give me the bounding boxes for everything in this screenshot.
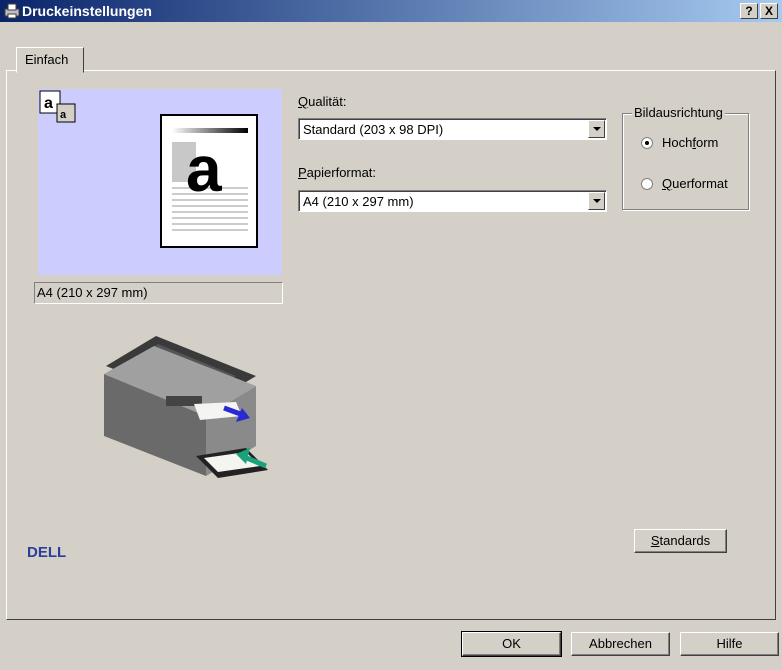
- svg-text:a: a: [44, 95, 53, 112]
- ok-button[interactable]: OK: [461, 631, 562, 657]
- paper-format-value: A4 (210 x 297 mm): [303, 194, 414, 209]
- preview-glyph: a: [186, 133, 222, 205]
- help-title-button[interactable]: ?: [740, 3, 758, 19]
- window-title: Druckeinstellungen: [22, 3, 152, 19]
- portrait-radio[interactable]: [641, 137, 653, 149]
- orientation-group: [622, 113, 749, 210]
- quality-value: Standard (203 x 98 DPI): [303, 122, 444, 137]
- title-bar: Druckeinstellungen ? X: [0, 0, 782, 22]
- printer-illustration: [104, 336, 268, 478]
- preview-caption-text: A4 (210 x 297 mm): [37, 285, 148, 300]
- quality-select[interactable]: Standard (203 x 98 DPI): [298, 118, 607, 140]
- tab-einfach[interactable]: Einfach: [16, 47, 84, 73]
- paper-format-select[interactable]: A4 (210 x 297 mm): [298, 190, 607, 212]
- cancel-button[interactable]: Abbrechen: [571, 632, 670, 656]
- tab-label: Einfach: [25, 52, 69, 67]
- standards-button[interactable]: Standards: [634, 529, 727, 553]
- portrait-label[interactable]: Hochform: [662, 135, 718, 150]
- paper-format-dropdown-arrow-icon[interactable]: [588, 192, 605, 210]
- orientation-group-title: Bildausrichtung: [632, 105, 725, 120]
- preview-caption: A4 (210 x 297 mm): [34, 282, 283, 304]
- svg-text:a: a: [60, 109, 67, 121]
- preview-paper: a: [160, 114, 258, 248]
- close-title-button[interactable]: X: [760, 3, 778, 19]
- layout-icon: a a: [39, 90, 76, 123]
- paper-format-label: Papierformat:: [298, 165, 377, 180]
- printer-icon: [4, 3, 20, 19]
- dell-logo: DELL: [27, 544, 67, 561]
- quality-dropdown-arrow-icon[interactable]: [588, 120, 605, 138]
- quality-label: Qualität:: [298, 94, 347, 109]
- landscape-label[interactable]: Querformat: [662, 176, 728, 191]
- landscape-radio[interactable]: [641, 178, 653, 190]
- help-button[interactable]: Hilfe: [680, 632, 779, 656]
